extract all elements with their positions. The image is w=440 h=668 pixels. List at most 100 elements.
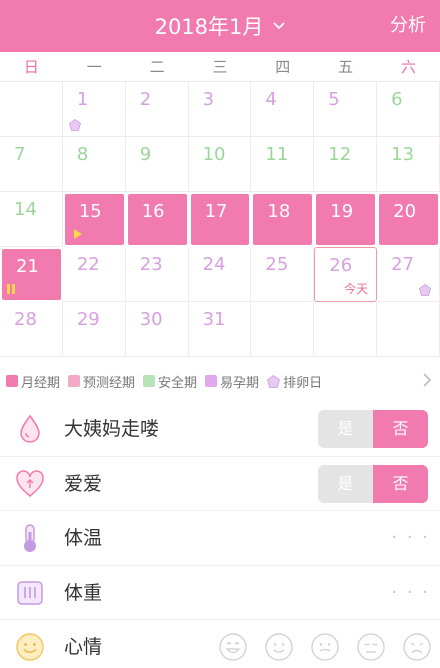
calendar-day[interactable]: 22 bbox=[62, 247, 126, 302]
calendar-day[interactable]: 10 bbox=[188, 137, 252, 192]
mood-selector bbox=[202, 632, 432, 662]
legend-label: 月经期 bbox=[21, 375, 61, 391]
record-row-temperature[interactable]: 体温 · · · bbox=[0, 511, 440, 566]
day-number: 12 bbox=[328, 144, 352, 165]
record-label: 大姨妈走喽 bbox=[64, 418, 160, 440]
legend-item: 月经期 bbox=[6, 372, 60, 391]
day-number: 13 bbox=[391, 144, 415, 165]
day-number: 4 bbox=[265, 89, 277, 110]
month-title: 2018年1月 bbox=[154, 15, 264, 39]
day-number: 19 bbox=[330, 201, 354, 222]
calendar-day[interactable]: 30 bbox=[125, 302, 189, 357]
day-number: 25 bbox=[265, 254, 289, 275]
legend-label: 排卵日 bbox=[283, 375, 323, 391]
toggle-no[interactable]: 否 bbox=[373, 410, 428, 448]
calendar-day-period[interactable]: 16 bbox=[125, 192, 189, 247]
calendar-day-period[interactable]: 18 bbox=[251, 192, 315, 247]
day-number: 30 bbox=[139, 309, 163, 330]
weekday-sat: 六 bbox=[400, 58, 416, 76]
weekday-fri: 五 bbox=[338, 58, 354, 76]
mood-neutral-icon[interactable] bbox=[310, 632, 340, 662]
calendar-grid: 1 2 3 4 5 6 7 8 9 10 11 12 13 14 15 16 1… bbox=[0, 82, 440, 358]
calendar-day[interactable]: 3 bbox=[188, 82, 252, 137]
calendar-day[interactable]: 9 bbox=[125, 137, 189, 192]
calendar-empty-cell bbox=[377, 302, 440, 357]
record-row-weight[interactable]: 体重 · · · bbox=[0, 566, 440, 620]
weekday-thu: 四 bbox=[275, 58, 291, 76]
day-number: 18 bbox=[267, 201, 291, 222]
calendar-day-period[interactable]: 20 bbox=[377, 192, 440, 247]
calendar-day[interactable]: 27 bbox=[377, 247, 440, 302]
mood-happy-icon[interactable] bbox=[264, 632, 294, 662]
day-number: 26 bbox=[329, 255, 353, 276]
calendar-empty-cell bbox=[0, 82, 63, 137]
day-number: 2 bbox=[139, 89, 152, 110]
legend-swatch bbox=[6, 375, 18, 387]
day-number: 20 bbox=[393, 201, 417, 222]
day-number: 9 bbox=[139, 144, 152, 165]
calendar-day[interactable]: 28 bbox=[0, 302, 63, 357]
calendar-day[interactable]: 6 bbox=[377, 82, 440, 137]
calendar-day[interactable]: 13 bbox=[377, 137, 440, 192]
day-number: 29 bbox=[76, 309, 100, 330]
calendar-day-period[interactable]: 21 bbox=[0, 247, 63, 302]
calendar-day[interactable]: 8 bbox=[62, 137, 126, 192]
analyze-button[interactable]: 分析 bbox=[390, 0, 426, 52]
calendar-day-period[interactable]: 17 bbox=[188, 192, 252, 247]
record-list: 大姨妈走喽 是 否 爱爱 是 否 体温 · · · 体重 · · · 心情 bbox=[0, 402, 440, 668]
calendar-day-period[interactable]: 15 bbox=[62, 192, 126, 247]
legend-label: 预测经期 bbox=[83, 375, 136, 391]
calendar-day[interactable]: 12 bbox=[314, 137, 378, 192]
legend-item: 安全期 bbox=[143, 372, 197, 391]
calendar-day[interactable]: 7 bbox=[0, 137, 63, 192]
today-label: 今天 bbox=[344, 282, 369, 296]
day-number: 27 bbox=[391, 254, 415, 275]
chevron-right-icon[interactable] bbox=[422, 372, 432, 388]
mood-laugh-icon[interactable] bbox=[218, 632, 248, 662]
calendar-day[interactable]: 5 bbox=[314, 82, 378, 137]
toggle-no[interactable]: 否 bbox=[373, 464, 428, 503]
day-number: 11 bbox=[265, 144, 289, 165]
weekday-wed: 三 bbox=[212, 58, 228, 76]
calendar-day-period[interactable]: 19 bbox=[314, 192, 378, 247]
record-label: 心情 bbox=[64, 636, 103, 658]
legend-label: 易孕期 bbox=[220, 375, 260, 391]
month-selector[interactable]: 2018年1月 bbox=[0, 0, 440, 52]
mood-sad-icon[interactable] bbox=[402, 632, 432, 662]
legend-item: 排卵日 bbox=[267, 372, 322, 391]
ovulation-icon bbox=[419, 284, 431, 296]
more-icon[interactable]: · · · bbox=[391, 511, 430, 565]
mood-unhappy-icon[interactable] bbox=[356, 632, 386, 662]
calendar-day[interactable]: 29 bbox=[62, 302, 126, 357]
more-icon[interactable]: · · · bbox=[391, 566, 430, 620]
legend-swatch bbox=[205, 375, 218, 387]
day-number: 7 bbox=[14, 144, 26, 165]
period-start-icon bbox=[73, 229, 82, 239]
legend-item: 易孕期 bbox=[205, 372, 259, 391]
calendar-day[interactable]: 4 bbox=[251, 82, 315, 137]
weekday-header: 日 一 二 三 四 五 六 bbox=[0, 52, 440, 82]
love-toggle[interactable]: 是 否 bbox=[318, 464, 428, 503]
day-number: 10 bbox=[202, 144, 226, 165]
period-toggle[interactable]: 是 否 bbox=[318, 410, 428, 448]
day-number: 24 bbox=[202, 254, 226, 275]
calendar-day[interactable]: 31 bbox=[188, 302, 252, 357]
legend-item: 预测经期 bbox=[68, 372, 135, 391]
calendar-day[interactable]: 14 bbox=[0, 192, 63, 247]
toggle-yes[interactable]: 是 bbox=[318, 464, 373, 503]
record-row-period: 大姨妈走喽 是 否 bbox=[0, 402, 440, 457]
toggle-yes[interactable]: 是 bbox=[318, 410, 373, 448]
calendar-day[interactable]: 2 bbox=[125, 82, 189, 137]
calendar-day-today[interactable]: 26 今天 bbox=[314, 247, 378, 302]
calendar-day[interactable]: 25 bbox=[251, 247, 315, 302]
thermometer-icon bbox=[24, 524, 36, 552]
calendar-day[interactable]: 24 bbox=[188, 247, 252, 302]
day-number: 1 bbox=[76, 89, 89, 110]
top-bar: 2018年1月 分析 bbox=[0, 0, 440, 52]
calendar-day[interactable]: 23 bbox=[125, 247, 189, 302]
calendar-day[interactable]: 1 bbox=[62, 82, 126, 137]
chevron-down-icon bbox=[273, 22, 286, 30]
calendar-day[interactable]: 11 bbox=[251, 137, 315, 192]
record-row-mood: 心情 bbox=[0, 620, 440, 668]
day-number: 31 bbox=[202, 309, 226, 330]
